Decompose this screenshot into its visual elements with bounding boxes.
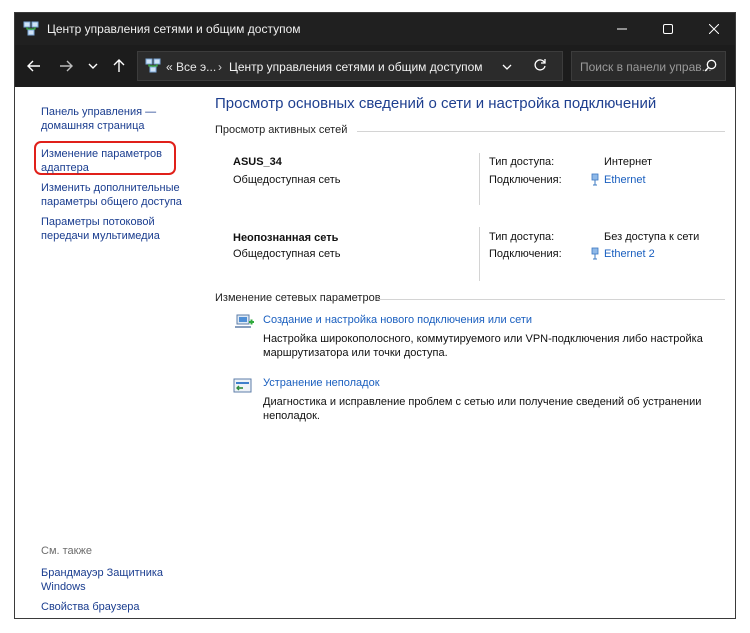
sidebar-item-change-adapter-settings[interactable]: Изменение параметров адаптера bbox=[41, 147, 162, 175]
divider bbox=[377, 299, 725, 300]
sidebar-item-label: Изменить дополнительные bbox=[41, 182, 180, 194]
search-placeholder: Поиск в панели управ... bbox=[580, 60, 712, 74]
access-type-label: Тип доступа: bbox=[489, 156, 555, 168]
ethernet-icon bbox=[591, 173, 599, 186]
see-also-heading: См. также bbox=[41, 545, 92, 557]
close-icon bbox=[709, 24, 719, 34]
sidebar-item-browser-properties[interactable]: Свойства браузера bbox=[41, 600, 140, 614]
network-name: ASUS_34 bbox=[233, 156, 282, 168]
troubleshoot-link[interactable]: Устранение неполадок bbox=[263, 377, 380, 389]
refresh-icon bbox=[534, 59, 546, 71]
new-connection-link[interactable]: Создание и настройка нового подключения … bbox=[263, 314, 532, 326]
title-bar: Центр управления сетями и общим доступом bbox=[15, 13, 735, 45]
ethernet-icon bbox=[591, 247, 599, 260]
sidebar-item-label: Windows bbox=[41, 581, 86, 593]
sidebar-item-advanced-sharing[interactable]: Изменить дополнительные параметры общего… bbox=[41, 181, 182, 209]
network-center-icon bbox=[23, 21, 39, 36]
up-button[interactable] bbox=[109, 56, 129, 76]
network-center-icon bbox=[145, 58, 161, 73]
chevron-down-icon bbox=[502, 64, 512, 70]
network-category: Общедоступная сеть bbox=[233, 248, 341, 260]
troubleshoot-icon bbox=[233, 378, 252, 393]
network-name: Неопознанная сеть bbox=[233, 232, 339, 244]
sidebar-item-label: домашняя страница bbox=[41, 120, 145, 132]
control-panel-window: Центр управления сетями и общим доступом bbox=[14, 12, 736, 619]
search-input[interactable]: Поиск в панели управ... bbox=[571, 51, 726, 81]
sidebar-item-control-panel-home[interactable]: Панель управления — домашняя страница bbox=[41, 105, 156, 133]
sidebar-item-media-streaming[interactable]: Параметры потоковой передачи мультимедиа bbox=[41, 215, 160, 243]
sidebar-item-label: Параметры потоковой bbox=[41, 216, 155, 228]
breadcrumb-parent[interactable]: « Все э... bbox=[166, 60, 216, 74]
arrow-up-icon bbox=[113, 59, 125, 72]
content-area: Панель управления — домашняя страница Из… bbox=[15, 87, 735, 618]
change-settings-heading: Изменение сетевых параметров bbox=[215, 292, 381, 304]
divider bbox=[479, 153, 480, 205]
recent-locations-button[interactable] bbox=[83, 56, 103, 76]
navigation-bar: « Все э... › Центр управления сетями и о… bbox=[15, 45, 735, 87]
sidebar-item-label: передачи мультимедиа bbox=[41, 230, 160, 242]
new-connection-icon bbox=[235, 314, 254, 328]
sidebar-item-label: Брандмауэр Защитника bbox=[41, 567, 164, 579]
connection-ethernet-2-link[interactable]: Ethernet 2 bbox=[604, 248, 655, 260]
access-type-value: Без доступа к сети bbox=[604, 231, 700, 243]
minimize-icon bbox=[617, 28, 627, 30]
address-dropdown-button[interactable] bbox=[502, 60, 512, 74]
refresh-button[interactable] bbox=[533, 58, 547, 75]
sidebar-item-label: адаптера bbox=[41, 162, 89, 174]
active-networks-heading: Просмотр активных сетей bbox=[215, 124, 348, 136]
forward-button[interactable] bbox=[56, 56, 76, 76]
connection-ethernet-link[interactable]: Ethernet bbox=[604, 174, 646, 186]
connections-label: Подключения: bbox=[489, 248, 562, 260]
arrow-right-icon bbox=[60, 60, 73, 72]
back-button[interactable] bbox=[24, 56, 44, 76]
maximize-button[interactable] bbox=[645, 13, 691, 45]
maximize-icon bbox=[663, 24, 673, 34]
troubleshoot-description: Диагностика и исправление проблем с сеть… bbox=[263, 396, 702, 422]
sidebar-item-label: параметры общего доступа bbox=[41, 196, 182, 208]
window-title: Центр управления сетями и общим доступом bbox=[47, 22, 301, 36]
divider bbox=[479, 227, 480, 281]
divider bbox=[357, 131, 725, 132]
address-field[interactable]: « Все э... › Центр управления сетями и о… bbox=[137, 51, 563, 81]
arrow-left-icon bbox=[27, 60, 40, 72]
breadcrumb-current[interactable]: Центр управления сетями и общим доступом bbox=[229, 60, 483, 74]
access-type-label: Тип доступа: bbox=[489, 231, 555, 243]
breadcrumb-separator[interactable]: › bbox=[218, 60, 222, 74]
sidebar-item-label: Свойства браузера bbox=[41, 601, 140, 613]
sidebar-item-firewall[interactable]: Брандмауэр Защитника Windows bbox=[41, 566, 163, 594]
search-icon bbox=[704, 59, 717, 72]
sidebar-item-label: Панель управления — bbox=[41, 106, 157, 118]
minimize-button[interactable] bbox=[599, 13, 645, 45]
new-connection-description: Настройка широкополосного, коммутируемог… bbox=[263, 333, 703, 359]
network-category: Общедоступная сеть bbox=[233, 174, 341, 186]
access-type-value: Интернет bbox=[604, 156, 652, 168]
close-button[interactable] bbox=[691, 13, 735, 45]
connections-label: Подключения: bbox=[489, 174, 562, 186]
sidebar-item-label: Изменение параметров bbox=[41, 148, 162, 160]
page-title: Просмотр основных сведений о сети и наст… bbox=[215, 95, 657, 112]
chevron-down-icon bbox=[88, 63, 98, 69]
